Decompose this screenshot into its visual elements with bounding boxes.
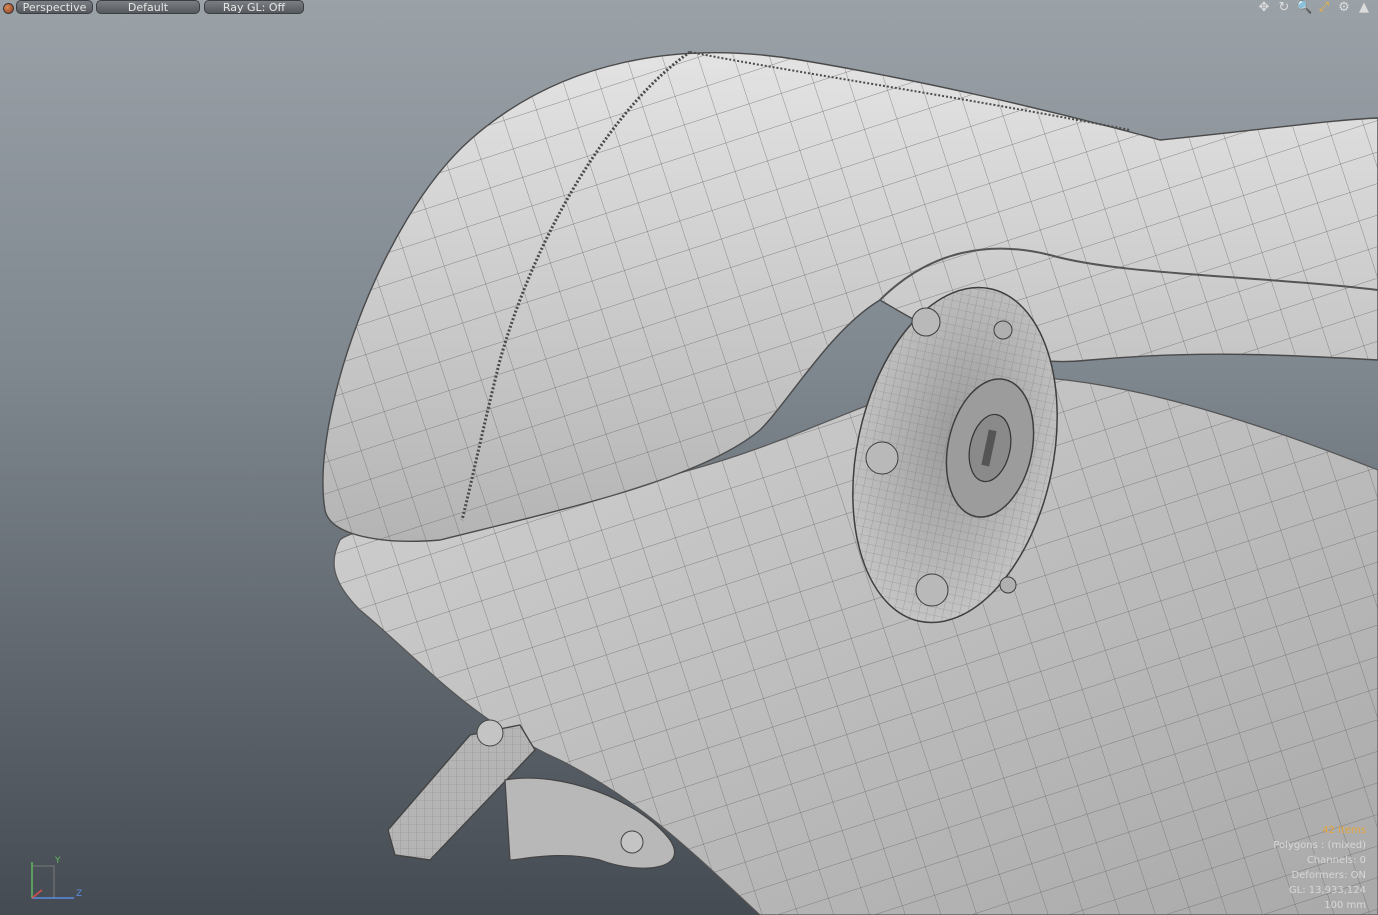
maximize-icon[interactable]: ▲ <box>1356 0 1372 16</box>
unit-stat: 100 mm <box>1324 900 1366 911</box>
axis-y-label: Y <box>54 856 61 866</box>
viewport-header: Perspective Default Ray GL: Off ✥ ↻ 🔍 ⤢ … <box>0 0 1378 16</box>
shading-style-dropdown[interactable]: Default <box>96 0 200 14</box>
pan-icon[interactable]: ✥ <box>1256 0 1272 16</box>
scooter-seat-model <box>322 50 1378 915</box>
3d-viewport[interactable]: Perspective Default Ray GL: Off ✥ ↻ 🔍 ⤢ … <box>0 0 1378 915</box>
channels-stat: Channels: 0 <box>1306 855 1366 866</box>
zoom-icon[interactable]: 🔍 <box>1296 0 1312 16</box>
axis-gizmo: Y Z <box>31 856 82 899</box>
viewport-stats: 42 Items Polygons : (mixed) Channels: 0 … <box>1273 823 1366 913</box>
view-type-dropdown[interactable]: Perspective <box>16 0 93 14</box>
settings-icon[interactable]: ⚙ <box>1336 0 1352 16</box>
polygons-stat: Polygons : (mixed) <box>1273 840 1366 851</box>
axis-z-label: Z <box>76 889 82 899</box>
gl-stat: GL: 13,933,124 <box>1288 885 1366 896</box>
viewport-tools: ✥ ↻ 🔍 ⤢ ⚙ ▲ <box>1256 0 1372 16</box>
deformers-stat: Deformers: ON <box>1291 870 1366 881</box>
items-count: 42 Items <box>1322 825 1366 836</box>
fit-icon[interactable]: ⤢ <box>1316 0 1332 16</box>
viewport-menu-icon[interactable] <box>3 3 14 14</box>
rotate-icon[interactable]: ↻ <box>1276 0 1292 16</box>
raygl-toggle[interactable]: Ray GL: Off <box>204 0 304 14</box>
